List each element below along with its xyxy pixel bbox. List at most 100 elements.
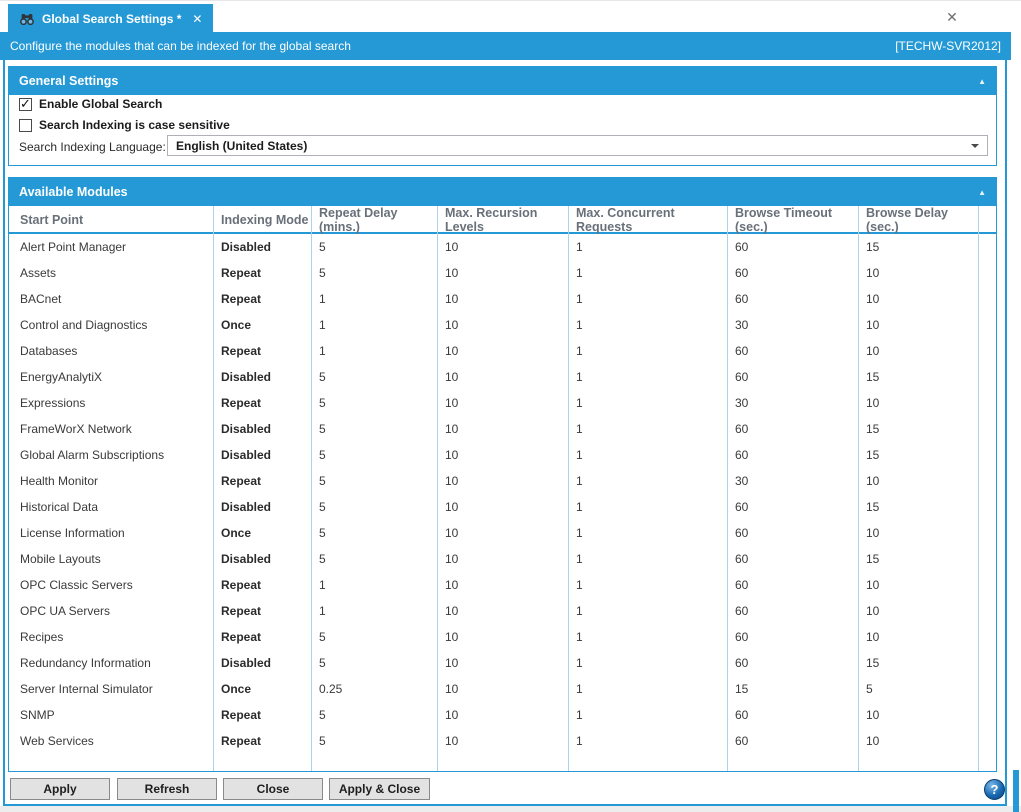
cell-max-concurrent-requests[interactable]: 1 — [569, 624, 728, 650]
cell-max-recursion-levels[interactable]: 10 — [438, 650, 569, 676]
cell-max-recursion-levels[interactable]: 10 — [438, 364, 569, 390]
cell-start-point[interactable]: Databases — [9, 338, 214, 364]
case-sensitive-checkbox[interactable]: ✓ — [19, 119, 32, 132]
cell-browse-delay[interactable]: 10 — [859, 390, 979, 416]
cell-max-recursion-levels[interactable]: 10 — [438, 494, 569, 520]
cell-repeat-delay[interactable]: 5 — [312, 234, 438, 260]
cell-max-recursion-levels[interactable]: 10 — [438, 312, 569, 338]
cell-indexing-mode[interactable]: Disabled — [214, 416, 312, 442]
cell-start-point[interactable]: BACnet — [9, 286, 214, 312]
cell-max-concurrent-requests[interactable]: 1 — [569, 546, 728, 572]
general-settings-header[interactable]: General Settings ▲ — [9, 67, 996, 95]
cell-max-recursion-levels[interactable]: 10 — [438, 702, 569, 728]
cell-max-concurrent-requests[interactable]: 1 — [569, 728, 728, 754]
cell-browse-timeout[interactable]: 60 — [728, 338, 859, 364]
column-header-max-concurrent-requests[interactable]: Max. Concurrent Requests — [569, 206, 728, 234]
cell-browse-timeout[interactable]: 60 — [728, 598, 859, 624]
table-row[interactable]: EnergyAnalytiXDisabled51016015 — [9, 364, 996, 390]
cell-start-point[interactable]: Control and Diagnostics — [9, 312, 214, 338]
cell-max-recursion-levels[interactable]: 10 — [438, 338, 569, 364]
cell-max-concurrent-requests[interactable]: 1 — [569, 520, 728, 546]
cell-browse-timeout[interactable]: 60 — [728, 494, 859, 520]
cell-browse-timeout[interactable]: 60 — [728, 364, 859, 390]
cell-browse-timeout[interactable]: 60 — [728, 286, 859, 312]
cell-max-concurrent-requests[interactable]: 1 — [569, 598, 728, 624]
pane-close-icon[interactable]: ✕ — [944, 9, 960, 25]
cell-browse-delay[interactable]: 10 — [859, 598, 979, 624]
table-row[interactable]: SNMPRepeat51016010 — [9, 702, 996, 728]
table-row[interactable]: RecipesRepeat51016010 — [9, 624, 996, 650]
cell-repeat-delay[interactable]: 1 — [312, 572, 438, 598]
cell-browse-delay[interactable]: 15 — [859, 364, 979, 390]
cell-browse-timeout[interactable]: 60 — [728, 260, 859, 286]
column-header-max-recursion-levels[interactable]: Max. Recursion Levels — [438, 206, 569, 234]
cell-max-recursion-levels[interactable]: 10 — [438, 728, 569, 754]
cell-repeat-delay[interactable]: 5 — [312, 390, 438, 416]
table-row[interactable]: Alert Point ManagerDisabled51016015 — [9, 234, 996, 260]
close-button[interactable]: Close — [223, 778, 323, 800]
cell-indexing-mode[interactable]: Repeat — [214, 338, 312, 364]
column-header-browse-timeout[interactable]: Browse Timeout (sec.) — [728, 206, 859, 234]
cell-browse-delay[interactable]: 5 — [859, 676, 979, 702]
cell-repeat-delay[interactable]: 5 — [312, 546, 438, 572]
table-row[interactable]: OPC Classic ServersRepeat11016010 — [9, 572, 996, 598]
cell-browse-timeout[interactable]: 15 — [728, 676, 859, 702]
cell-repeat-delay[interactable]: 5 — [312, 520, 438, 546]
help-icon[interactable]: ? — [984, 779, 1005, 800]
cell-max-concurrent-requests[interactable]: 1 — [569, 312, 728, 338]
cell-indexing-mode[interactable]: Once — [214, 520, 312, 546]
cell-max-recursion-levels[interactable]: 10 — [438, 390, 569, 416]
cell-repeat-delay[interactable]: 5 — [312, 494, 438, 520]
cell-max-recursion-levels[interactable]: 10 — [438, 572, 569, 598]
cell-max-concurrent-requests[interactable]: 1 — [569, 260, 728, 286]
cell-start-point[interactable]: Health Monitor — [9, 468, 214, 494]
refresh-button[interactable]: Refresh — [117, 778, 217, 800]
enable-global-search-checkbox[interactable]: ✓ — [19, 98, 32, 111]
cell-max-recursion-levels[interactable]: 10 — [438, 624, 569, 650]
cell-indexing-mode[interactable]: Repeat — [214, 260, 312, 286]
cell-indexing-mode[interactable]: Repeat — [214, 286, 312, 312]
cell-repeat-delay[interactable]: 5 — [312, 702, 438, 728]
cell-start-point[interactable]: EnergyAnalytiX — [9, 364, 214, 390]
cell-browse-delay[interactable]: 10 — [859, 572, 979, 598]
cell-start-point[interactable]: Recipes — [9, 624, 214, 650]
cell-start-point[interactable]: Historical Data — [9, 494, 214, 520]
cell-repeat-delay[interactable]: 5 — [312, 624, 438, 650]
cell-indexing-mode[interactable]: Repeat — [214, 624, 312, 650]
cell-max-recursion-levels[interactable]: 10 — [438, 546, 569, 572]
cell-indexing-mode[interactable]: Disabled — [214, 494, 312, 520]
table-row[interactable]: Redundancy InformationDisabled51016015 — [9, 650, 996, 676]
cell-browse-timeout[interactable]: 60 — [728, 520, 859, 546]
table-row[interactable]: ExpressionsRepeat51013010 — [9, 390, 996, 416]
cell-start-point[interactable]: Mobile Layouts — [9, 546, 214, 572]
cell-indexing-mode[interactable]: Disabled — [214, 442, 312, 468]
cell-start-point[interactable]: Redundancy Information — [9, 650, 214, 676]
cell-browse-timeout[interactable]: 60 — [728, 650, 859, 676]
tab-close-icon[interactable]: ✕ — [192, 13, 202, 25]
table-row[interactable]: BACnetRepeat11016010 — [9, 286, 996, 312]
table-row[interactable]: Web ServicesRepeat51016010 — [9, 728, 996, 754]
cell-indexing-mode[interactable]: Disabled — [214, 234, 312, 260]
apply-and-close-button[interactable]: Apply & Close — [329, 778, 430, 800]
cell-browse-timeout[interactable]: 60 — [728, 442, 859, 468]
cell-start-point[interactable]: Server Internal Simulator — [9, 676, 214, 702]
cell-max-concurrent-requests[interactable]: 1 — [569, 494, 728, 520]
column-header-browse-delay[interactable]: Browse Delay (sec.) — [859, 206, 979, 234]
cell-repeat-delay[interactable]: 5 — [312, 728, 438, 754]
cell-max-concurrent-requests[interactable]: 1 — [569, 572, 728, 598]
table-row[interactable]: Control and DiagnosticsOnce11013010 — [9, 312, 996, 338]
cell-browse-delay[interactable]: 15 — [859, 650, 979, 676]
cell-browse-delay[interactable]: 15 — [859, 494, 979, 520]
vertical-scrollbar-thumb[interactable] — [1013, 770, 1019, 812]
cell-browse-delay[interactable]: 15 — [859, 442, 979, 468]
cell-indexing-mode[interactable]: Once — [214, 676, 312, 702]
cell-browse-delay[interactable]: 15 — [859, 546, 979, 572]
cell-indexing-mode[interactable]: Repeat — [214, 390, 312, 416]
table-row[interactable]: FrameWorX NetworkDisabled51016015 — [9, 416, 996, 442]
cell-repeat-delay[interactable]: 5 — [312, 442, 438, 468]
cell-indexing-mode[interactable]: Disabled — [214, 546, 312, 572]
cell-max-recursion-levels[interactable]: 10 — [438, 416, 569, 442]
cell-browse-timeout[interactable]: 60 — [728, 702, 859, 728]
cell-repeat-delay[interactable]: 5 — [312, 468, 438, 494]
table-row[interactable]: License InformationOnce51016010 — [9, 520, 996, 546]
